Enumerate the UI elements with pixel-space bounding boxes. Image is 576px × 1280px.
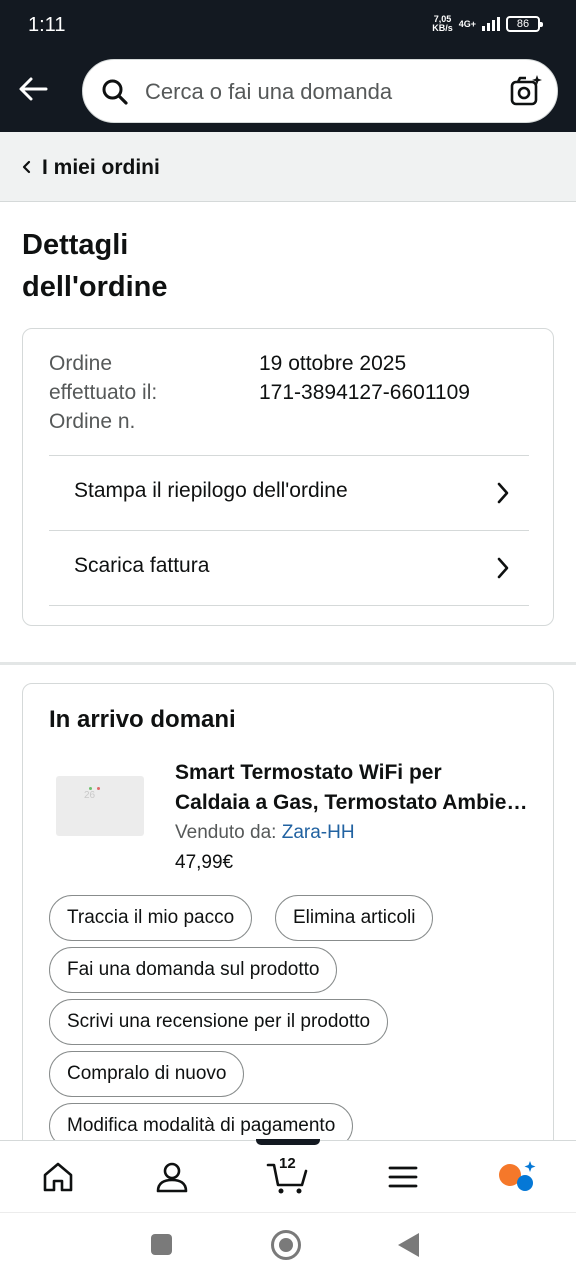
battery-level: 86 bbox=[516, 18, 530, 30]
chevron-right-icon bbox=[497, 557, 509, 579]
menu-icon[interactable] bbox=[385, 1159, 421, 1195]
network-speed: 7,05 KB/s bbox=[432, 15, 453, 33]
chevron-left-icon bbox=[22, 160, 31, 174]
write-review-button[interactable]: Scrivi una recensione per il prodotto bbox=[49, 999, 389, 1045]
rufus-assistant-icon[interactable] bbox=[497, 1159, 539, 1195]
order-number-label: Ordine n. bbox=[49, 410, 136, 433]
order-summary-card: Ordine effettuato il: Ordine n. 19 ottob… bbox=[22, 328, 554, 626]
search-icon bbox=[102, 79, 128, 105]
delete-items-button[interactable]: Elimina articoli bbox=[275, 895, 434, 941]
order-date-label-line2: effettuato il: bbox=[49, 381, 158, 404]
seller-link[interactable]: Zara-HH bbox=[282, 822, 355, 843]
row-divider bbox=[49, 605, 529, 606]
order-number: 171-3894127-6601109 bbox=[259, 381, 470, 404]
page-title-line2: dell'ordine bbox=[22, 271, 168, 303]
recent-apps-button[interactable] bbox=[151, 1234, 172, 1255]
product-price: 47,99€ bbox=[175, 852, 234, 873]
seller-info: Venduto da: Zara-HH bbox=[175, 822, 355, 844]
back-button[interactable] bbox=[398, 1233, 419, 1257]
signal-icon bbox=[482, 17, 500, 31]
active-tab-indicator bbox=[256, 1139, 320, 1145]
product-title-line1: Smart Termostato WiFi per bbox=[175, 761, 442, 784]
order-date: 19 ottobre 2025 bbox=[259, 352, 407, 375]
thumb-display: 26 bbox=[84, 790, 96, 801]
order-info-values: 19 ottobre 2025 171-3894127-6601109 bbox=[259, 349, 470, 407]
ask-question-button[interactable]: Fai una domanda sul prodotto bbox=[49, 947, 338, 993]
download-invoice-link[interactable]: Scarica fattura bbox=[49, 530, 529, 605]
status-bar: 1:11 7,05 KB/s 4G+ 86 bbox=[0, 0, 576, 52]
delivery-card: In arrivo domani 26 Smart Termostato WiF… bbox=[22, 683, 554, 1203]
search-input[interactable]: Cerca o fai una domanda bbox=[82, 59, 558, 123]
camera-search-icon[interactable] bbox=[509, 74, 543, 108]
network-type: 4G+ bbox=[458, 18, 476, 29]
network-speed-unit: KB/s bbox=[432, 23, 453, 33]
download-invoice-label: Scarica fattura bbox=[74, 554, 210, 577]
product-image[interactable]: 26 bbox=[56, 776, 144, 836]
product-title[interactable]: Smart Termostato WiFi per Caldaia a Gas,… bbox=[175, 758, 535, 818]
print-summary-label: Stampa il riepilogo dell'ordine bbox=[74, 479, 348, 502]
breadcrumb[interactable]: I miei ordini bbox=[0, 132, 576, 202]
track-package-button[interactable]: Traccia il mio pacco bbox=[49, 895, 253, 941]
order-info-labels: Ordine effettuato il: Ordine n. bbox=[49, 349, 249, 436]
section-divider bbox=[0, 662, 576, 665]
battery-icon: 86 bbox=[506, 16, 543, 32]
order-date-label-line1: Ordine bbox=[49, 352, 113, 375]
breadcrumb-label[interactable]: I miei ordini bbox=[42, 156, 160, 180]
status-indicators: 7,05 KB/s 4G+ 86 bbox=[432, 15, 543, 33]
print-summary-link[interactable]: Stampa il riepilogo dell'ordine bbox=[49, 455, 529, 530]
chevron-right-icon bbox=[497, 482, 509, 504]
back-arrow-icon[interactable] bbox=[16, 72, 50, 106]
search-placeholder: Cerca o fai una domanda bbox=[145, 79, 393, 104]
bottom-nav: 12 bbox=[0, 1139, 576, 1212]
seller-label: Venduto da: bbox=[175, 822, 282, 843]
status-time: 1:11 bbox=[28, 14, 66, 36]
delivery-heading: In arrivo domani bbox=[49, 706, 236, 733]
search-header: Cerca o fai una domanda bbox=[0, 52, 576, 132]
system-nav-bar bbox=[0, 1212, 576, 1280]
thumb-dot bbox=[97, 787, 100, 790]
buy-again-button[interactable]: Compralo di nuovo bbox=[49, 1051, 245, 1097]
page-title: Dettagli dell'ordine bbox=[22, 224, 322, 308]
home-icon[interactable] bbox=[40, 1159, 76, 1195]
page-title-line1: Dettagli bbox=[22, 229, 129, 261]
product-title-line2: Caldaia a Gas, Termostato Ambiente Progr… bbox=[175, 791, 535, 814]
account-icon[interactable] bbox=[154, 1159, 190, 1195]
home-button[interactable] bbox=[271, 1230, 301, 1260]
cart-count: 12 bbox=[279, 1155, 296, 1172]
